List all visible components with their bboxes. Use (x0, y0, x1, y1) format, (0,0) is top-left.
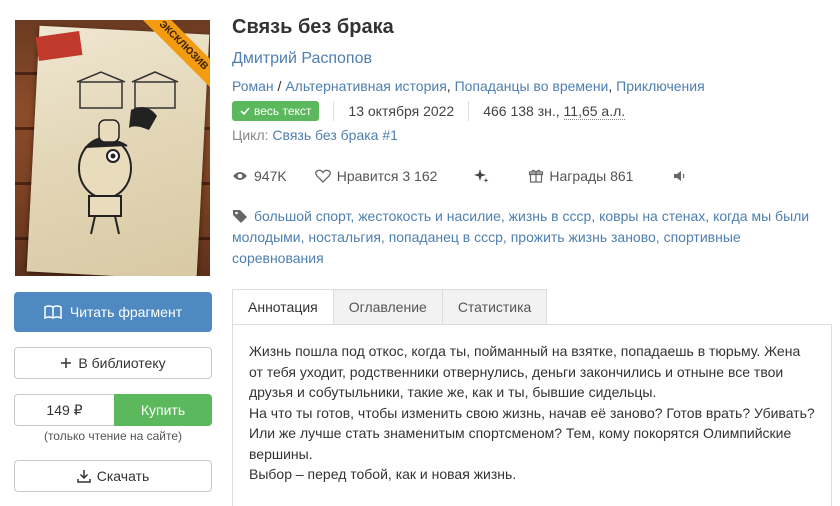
annotation-paragraph: Выбор – перед тобой, как и новая жизнь. (249, 466, 517, 482)
tags-icon (233, 210, 247, 223)
views-stat: 947K (232, 168, 287, 184)
stats-row: 947K Нравится 3 162 Награды 861 (232, 166, 687, 186)
tab-annotation[interactable]: Аннотация (232, 289, 334, 325)
divider (468, 101, 470, 121)
sparkle-stat[interactable] (473, 168, 489, 184)
tags-block: большой спорт, жестокость и насилие, жиз… (232, 208, 810, 266)
genre-link[interactable]: Альтернативная история (285, 78, 446, 94)
awards-stat[interactable]: Награды 861 (529, 168, 633, 184)
tag-link[interactable]: жестокость и насилие (358, 208, 501, 224)
plus-icon (61, 358, 72, 368)
sparkle-icon (474, 169, 489, 183)
cycle-link[interactable]: Связь без брака (272, 127, 378, 143)
annotation-paragraph: На что ты готов, чтобы изменить свою жиз… (249, 404, 815, 462)
gift-icon (529, 169, 544, 183)
genre-link[interactable]: Попаданцы во времени (455, 78, 609, 94)
cycle-number[interactable]: #1 (382, 127, 398, 143)
tag-link[interactable]: большой спорт (254, 208, 350, 224)
views-count: 947K (254, 168, 287, 184)
genre-link[interactable]: Приключения (616, 78, 705, 94)
full-text-label: весь текст (254, 104, 312, 118)
download-label: Скачать (96, 468, 150, 484)
price-field: 149 ₽ (14, 394, 114, 426)
book-cover[interactable]: ЭКСКЛЮЗИВ (15, 20, 210, 276)
download-button[interactable]: Скачать (14, 460, 212, 492)
like-stat[interactable]: Нравится 3 162 (314, 168, 438, 184)
audio-stat[interactable] (673, 170, 687, 182)
tag-link[interactable]: прожить жизнь заново (511, 229, 656, 245)
tag-link[interactable]: ковры на стенах (599, 208, 705, 224)
buy-group: 149 ₽ Купить (14, 394, 212, 426)
meta-line: весь текст 13 октября 2022 466 138 зн., … (232, 100, 626, 122)
book-open-icon (44, 305, 62, 319)
genre-link[interactable]: Роман (232, 78, 274, 94)
buy-button[interactable]: Купить (114, 394, 212, 426)
tag-link[interactable]: попаданец в ссср (389, 229, 503, 245)
info-tabs: Аннотация Оглавление Статистика (232, 289, 548, 325)
buy-note: (только чтение на сайте) (43, 429, 183, 443)
add-to-library-label: В библиотеку (78, 355, 166, 371)
download-icon (77, 470, 91, 483)
book-title: Связь без брака (232, 16, 394, 38)
tab-contents[interactable]: Оглавление (333, 289, 443, 325)
annotation-paragraph: Жизнь пошла под откос, когда ты, пойманн… (249, 343, 801, 400)
divider (333, 101, 335, 121)
eye-icon (233, 172, 247, 180)
tab-statistics[interactable]: Статистика (442, 289, 548, 325)
cycle-label: Цикл: (232, 127, 269, 143)
publish-date: 13 октября 2022 (348, 103, 455, 119)
size-chars: 466 138 зн., (483, 103, 564, 119)
full-text-badge: весь текст (232, 101, 320, 121)
book-size: 466 138 зн., 11,65 а.л. (483, 103, 626, 120)
read-fragment-label: Читать фрагмент (69, 304, 183, 320)
read-fragment-button[interactable]: Читать фрагмент (14, 292, 212, 332)
likes-count: Нравится 3 162 (336, 168, 438, 184)
author-link[interactable]: Дмитрий Распопов (232, 50, 372, 68)
speaker-icon (674, 171, 685, 181)
awards-count: Награды 861 (549, 168, 634, 184)
tag-link[interactable]: ностальгия (308, 229, 381, 245)
annotation-panel: Жизнь пошла под откос, когда ты, пойманн… (232, 324, 832, 506)
heart-icon (314, 169, 331, 183)
size-sheets: 11,65 а.л. (563, 103, 626, 120)
cycle-line: Цикл: Связь без брака #1 (232, 127, 398, 143)
add-to-library-button[interactable]: В библиотеку (14, 347, 212, 379)
tag-link[interactable]: жизнь в ссср (509, 208, 592, 224)
check-icon (240, 107, 250, 116)
genres-line: Роман / Альтернативная история, Попаданц… (232, 78, 705, 94)
